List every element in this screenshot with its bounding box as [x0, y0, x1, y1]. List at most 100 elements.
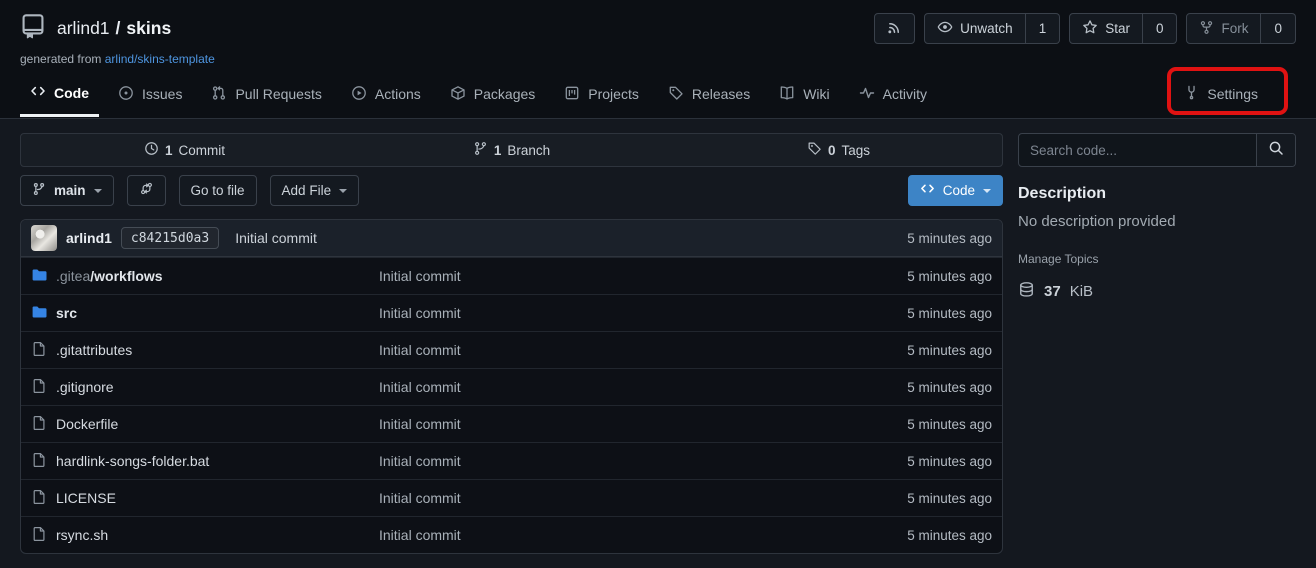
play-circle-icon — [351, 85, 367, 104]
repo-content: 1 Commit 1 Branch — [0, 119, 1316, 554]
tab-activity[interactable]: Activity — [849, 71, 937, 117]
file-link[interactable]: src — [31, 304, 379, 323]
rss-feed-button[interactable] — [874, 13, 915, 44]
search-submit-button[interactable] — [1256, 134, 1295, 166]
file-icon — [31, 526, 47, 545]
file-link[interactable]: rsync.sh — [31, 526, 379, 545]
repo-name-link[interactable]: skins — [126, 18, 171, 39]
tab-code[interactable]: Code — [20, 71, 99, 117]
go-to-file-button[interactable]: Go to file — [179, 175, 257, 206]
file-name: Dockerfile — [56, 416, 118, 432]
file-commit-message[interactable]: Initial commit — [379, 268, 802, 284]
folder-icon — [31, 304, 47, 323]
unwatch-button[interactable]: Unwatch — [924, 13, 1026, 44]
code-icon — [30, 83, 46, 102]
file-commit-time: 5 minutes ago — [802, 454, 992, 469]
tag-icon — [668, 85, 684, 104]
file-commit-time: 5 minutes ago — [802, 343, 992, 358]
repo-header: arlind1 / skins generated from arlind/sk… — [0, 0, 1316, 119]
file-icon — [31, 378, 47, 397]
branch-icon — [473, 141, 488, 159]
file-link[interactable]: .gitea/workflows — [31, 267, 379, 286]
file-commit-time: 5 minutes ago — [802, 306, 992, 321]
file-link[interactable]: .gitignore — [31, 378, 379, 397]
fork-icon — [1199, 20, 1214, 38]
tab-issues[interactable]: Issues — [108, 71, 192, 117]
compare-button[interactable] — [127, 175, 166, 206]
file-commit-message[interactable]: Initial commit — [379, 379, 802, 395]
star-button-group: Star 0 — [1069, 13, 1177, 44]
file-commit-message[interactable]: Initial commit — [379, 490, 802, 506]
tab-actions[interactable]: Actions — [341, 71, 431, 117]
watchers-count[interactable]: 1 — [1026, 13, 1061, 44]
tab-code-label: Code — [54, 85, 89, 101]
fork-button[interactable]: Fork — [1186, 13, 1261, 44]
branches-link[interactable]: 1 Branch — [348, 141, 675, 159]
commit-author-avatar[interactable] — [31, 225, 57, 251]
tab-releases[interactable]: Releases — [658, 71, 760, 117]
file-link[interactable]: LICENSE — [31, 489, 379, 508]
file-commit-message[interactable]: Initial commit — [379, 453, 802, 469]
search-code-input[interactable] — [1019, 134, 1256, 166]
file-link[interactable]: .gitattributes — [31, 341, 379, 360]
file-icon — [31, 341, 47, 360]
template-repo-link[interactable]: arlind/skins-template — [105, 52, 215, 66]
tab-releases-label: Releases — [692, 86, 750, 102]
commits-link[interactable]: 1 Commit — [21, 141, 348, 159]
file-path-prefix: .gitea — [56, 268, 90, 284]
commit-count: 1 — [165, 143, 173, 158]
file-commit-time: 5 minutes ago — [802, 380, 992, 395]
latest-commit-row: arlind1 c84215d0a3 Initial commit 5 minu… — [21, 220, 1002, 257]
forks-count[interactable]: 0 — [1261, 13, 1296, 44]
commit-hash-badge[interactable]: c84215d0a3 — [121, 227, 219, 249]
rss-icon — [887, 20, 902, 38]
clone-code-button[interactable]: Code — [908, 175, 1003, 206]
repo-book-icon — [20, 13, 46, 44]
star-icon — [1082, 19, 1098, 38]
file-commit-message[interactable]: Initial commit — [379, 342, 802, 358]
star-button[interactable]: Star — [1069, 13, 1143, 44]
commit-author-name[interactable]: arlind1 — [66, 230, 112, 246]
tab-packages[interactable]: Packages — [440, 71, 545, 117]
file-name: .gitignore — [56, 379, 114, 395]
commit-time: 5 minutes ago — [907, 231, 992, 246]
file-row: .gitea/workflows Initial commit 5 minute… — [21, 257, 1002, 294]
tab-projects-label: Projects — [588, 86, 639, 102]
stars-count[interactable]: 0 — [1143, 13, 1178, 44]
file-commit-message[interactable]: Initial commit — [379, 305, 802, 321]
tags-link[interactable]: 0 Tags — [675, 141, 1002, 159]
commit-message-link[interactable]: Initial commit — [235, 230, 317, 246]
tab-wiki-label: Wiki — [803, 86, 829, 102]
commit-count-label: Commit — [179, 143, 226, 158]
add-file-button[interactable]: Add File — [270, 175, 360, 206]
tab-projects[interactable]: Projects — [554, 71, 649, 117]
repo-owner-link[interactable]: arlind1 — [57, 18, 110, 39]
fork-button-group: Fork 0 — [1186, 13, 1296, 44]
file-link[interactable]: Dockerfile — [31, 415, 379, 434]
description-heading: Description — [1018, 185, 1296, 203]
tab-pull-requests[interactable]: Pull Requests — [201, 71, 331, 117]
branch-count-label: Branch — [507, 143, 550, 158]
clock-icon — [144, 141, 159, 159]
code-search-box — [1018, 133, 1296, 167]
book-icon — [779, 85, 795, 104]
file-commit-message[interactable]: Initial commit — [379, 416, 802, 432]
manage-topics-link[interactable]: Manage Topics — [1018, 252, 1296, 266]
file-name: hardlink-songs-folder.bat — [56, 453, 209, 469]
branch-selector[interactable]: main — [20, 175, 114, 206]
repo-size: 37 KiB — [1018, 281, 1296, 302]
file-link[interactable]: hardlink-songs-folder.bat — [31, 452, 379, 471]
fork-label: Fork — [1221, 21, 1248, 36]
code-icon — [920, 181, 935, 199]
tab-settings[interactable]: Settings — [1174, 71, 1268, 117]
file-commit-message[interactable]: Initial commit — [379, 527, 802, 543]
tab-wiki[interactable]: Wiki — [769, 71, 839, 117]
star-label: Star — [1105, 21, 1130, 36]
repo-title-block: arlind1 / skins generated from arlind/sk… — [20, 13, 215, 66]
file-row: Dockerfile Initial commit 5 minutes ago — [21, 405, 1002, 442]
repo-main-column: 1 Commit 1 Branch — [20, 133, 1003, 554]
repo-sidebar: Description No description provided Mana… — [1018, 133, 1296, 554]
file-icon — [31, 489, 47, 508]
file-row: hardlink-songs-folder.bat Initial commit… — [21, 442, 1002, 479]
file-name: rsync.sh — [56, 527, 108, 543]
